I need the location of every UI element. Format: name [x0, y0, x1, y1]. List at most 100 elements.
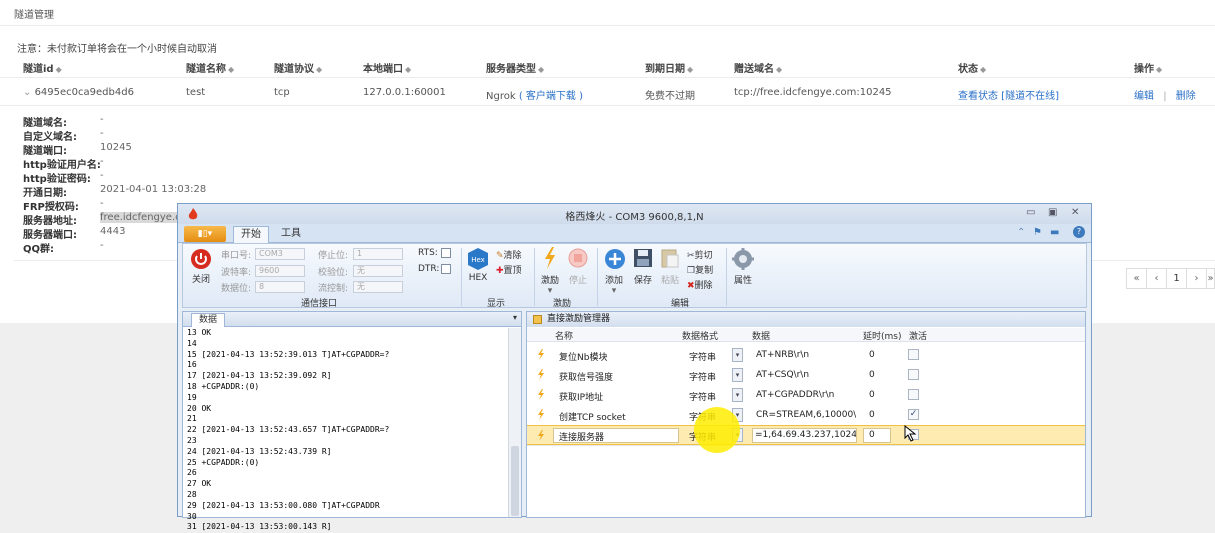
edit-link[interactable]: 编辑 [1134, 91, 1154, 102]
scissors-icon: ✂ [687, 251, 695, 261]
paste-icon[interactable] [661, 248, 679, 268]
pager-next[interactable]: › [1186, 268, 1207, 289]
baud-field[interactable]: 9600 [255, 265, 305, 277]
detail-label: 隧道域名: [23, 118, 67, 129]
grid-row[interactable]: 复位Nb模块 字符串 ▾ AT+NRB\r\n 0 [527, 345, 1085, 365]
active-checkbox-checked[interactable]: ✓ [908, 409, 919, 420]
col-tunnel-name[interactable]: 隧道名称 ◆ [186, 60, 234, 75]
lightning-icon [538, 409, 544, 420]
paste-button[interactable]: 粘贴 [659, 273, 681, 286]
pager-prev[interactable]: ‹ [1146, 268, 1167, 289]
active-checkbox[interactable] [908, 369, 919, 380]
flow-field[interactable]: 无 [353, 281, 403, 293]
client-download-link[interactable]: ( 客户端下载 ) [519, 91, 583, 102]
stimulate-button[interactable]: 激励 [537, 273, 563, 286]
tunnel-protocol: tcp [274, 87, 290, 98]
top-button[interactable]: ✚置顶 [496, 263, 522, 276]
save-button[interactable]: 保存 [632, 273, 654, 286]
col-label: 隧道协议 [274, 64, 314, 75]
mouse-cursor-icon [904, 425, 917, 442]
tab-tools[interactable]: 工具 [274, 226, 308, 243]
notice-text: 注意：未付款订单将会在一个小时候自动取消 [17, 44, 217, 55]
gear-icon[interactable] [732, 248, 754, 270]
maximize-icon[interactable]: ▣ [1048, 207, 1057, 218]
active-checkbox[interactable] [908, 349, 919, 360]
add-icon[interactable] [604, 248, 626, 270]
pager-last[interactable]: » [1206, 268, 1215, 289]
cut-button[interactable]: ✂剪切 [687, 248, 713, 261]
col-tunnel-id[interactable]: 隧道id ◆ [23, 60, 62, 75]
pin-icon[interactable]: ⚑ [1033, 227, 1042, 238]
col-expiry[interactable]: 到期日期 ◆ [645, 60, 693, 75]
col-actions[interactable]: 操作 ◆ [1134, 60, 1162, 75]
stop-button[interactable]: 停止 [567, 273, 589, 286]
status-link[interactable]: 查看状态 [隧道不在线] [958, 87, 1059, 102]
chevron-down-icon[interactable]: ▾ [537, 286, 563, 296]
tunnel-id-cell[interactable]: ⌄ 6495ec0ca9edb4d6 [23, 87, 134, 98]
close-icon[interactable]: ✕ [1071, 207, 1079, 218]
lightning-icon[interactable] [543, 247, 557, 269]
port-field[interactable]: COM3 [255, 248, 305, 260]
clear-button[interactable]: ✎清除 [496, 248, 522, 261]
tab-start[interactable]: 开始 [233, 226, 269, 243]
tab-data[interactable]: 数据 [191, 313, 225, 327]
col-local-port[interactable]: 本地端口 ◆ [363, 60, 411, 75]
minimize-icon[interactable]: ▭ [1026, 207, 1035, 218]
sort-icon: ◆ [405, 65, 412, 74]
chevron-down-icon[interactable]: ⌄ [23, 87, 35, 98]
delay-edit-box[interactable] [863, 428, 891, 443]
grid-row-selected[interactable]: 连接服务器 字符串 ▾ =1,64.69.43.237,10245 0 [527, 425, 1085, 445]
help-icon[interactable]: ? [1073, 226, 1085, 238]
delete-button[interactable]: ✖删除 [687, 278, 713, 291]
copy-button[interactable]: ❐复制 [687, 263, 713, 276]
grid-row[interactable]: 获取信号强度 字符串 ▾ AT+CSQ\r\n 0 [527, 365, 1085, 385]
serial-log[interactable]: 13 OK 14 15 [2021-04-13 13:52:39.013 T]A… [187, 328, 505, 533]
action-separator: | [1163, 91, 1167, 102]
pager-first[interactable]: « [1126, 268, 1147, 289]
active-checkbox[interactable] [908, 389, 919, 400]
delete-link[interactable]: 删除 [1176, 91, 1196, 102]
add-button[interactable]: 添加 [601, 273, 627, 286]
format-dropdown[interactable]: ▾ [732, 348, 743, 362]
col-protocol[interactable]: 隧道协议 ◆ [274, 60, 322, 75]
dtr-checkbox[interactable] [441, 264, 451, 274]
grid-row[interactable]: 创建TCP socket 字符串 ▾ CR=STREAM,6,10000\r 0… [527, 405, 1085, 425]
stopbits-field[interactable]: 1 [353, 248, 403, 260]
parity-field[interactable]: 无 [353, 265, 403, 277]
log-scrollbar[interactable] [508, 328, 521, 517]
col-status[interactable]: 状态 ◆ [958, 60, 986, 75]
col-domain[interactable]: 赠送域名 ◆ [734, 60, 782, 75]
detail-value: - [100, 198, 104, 209]
sort-icon: ◆ [980, 65, 987, 74]
separator [461, 248, 462, 306]
stop-icon[interactable] [568, 248, 588, 268]
monitor-icon[interactable]: ▬ [1050, 227, 1059, 238]
grid-row[interactable]: 获取IP地址 字符串 ▾ AT+CGPADDR\r\n 0 [527, 385, 1085, 405]
col-server-type[interactable]: 服务器类型 ◆ [486, 60, 544, 75]
hex-icon[interactable]: Hex [468, 248, 488, 270]
rts-checkbox[interactable] [441, 248, 451, 258]
properties-button[interactable]: 属性 [730, 273, 756, 286]
server-type: Ngrok [486, 91, 516, 102]
group-edit-label: 编辑 [671, 299, 690, 309]
col-delay: 延时(ms) [863, 332, 902, 342]
app-menu-button[interactable]: ▮▯▾ [184, 226, 226, 242]
chevron-down-icon[interactable]: ▾ [513, 313, 517, 322]
hex-button[interactable]: HEX [465, 273, 491, 283]
col-label: 隧道id [23, 64, 54, 75]
chevron-up-icon[interactable]: ⌃ [1017, 227, 1025, 238]
format-dropdown[interactable]: ▾ [732, 368, 743, 382]
pager-page-1[interactable]: 1 [1166, 268, 1187, 289]
databits-field[interactable]: 8 [255, 281, 305, 293]
folder-icon [533, 315, 542, 324]
detail-value: - [100, 170, 104, 181]
scrollbar-thumb[interactable] [511, 446, 519, 516]
group-comm-label: 通信接口 [301, 299, 338, 309]
save-icon[interactable] [634, 249, 652, 267]
sort-icon: ◆ [55, 65, 62, 74]
detail-value: 10245 [100, 142, 132, 153]
power-icon[interactable] [190, 248, 212, 270]
close-port-button[interactable]: 关闭 [187, 272, 215, 285]
chevron-down-icon[interactable]: ▾ [601, 286, 627, 296]
format-dropdown[interactable]: ▾ [732, 388, 743, 402]
